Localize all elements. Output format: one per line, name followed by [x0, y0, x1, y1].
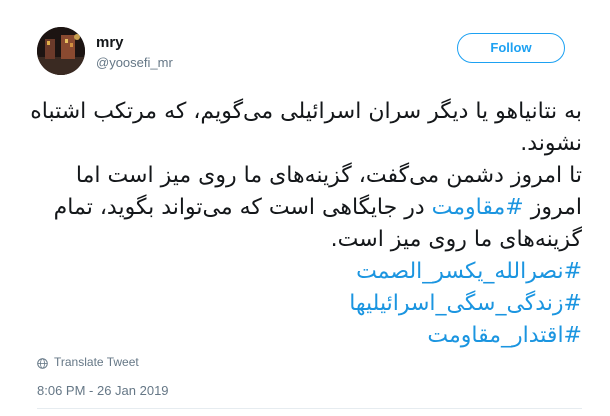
- tweet-line: #زندگی_سگی_اسرائیلیها: [22, 288, 582, 320]
- hashtag-link[interactable]: #اقتدار_مقاومت: [427, 323, 582, 348]
- tweet-line-text: گزینه‌های ما روی میز است.: [330, 227, 582, 252]
- tweet-line-text: نشوند.: [520, 131, 582, 156]
- hashtag-link[interactable]: #نصرالله_یکسر_الصمت: [356, 259, 582, 284]
- globe-icon: [37, 357, 48, 369]
- hashtag-link[interactable]: #زندگی_سگی_اسرائیلیها: [349, 291, 582, 316]
- tweet-line: امروز #مقاومت در جایگاهی است که می‌تواند…: [22, 192, 582, 224]
- tweet-line: تا امروز دشمن می‌گفت، گزینه‌های ما روی م…: [22, 160, 582, 192]
- tweet-line-text: به نتانیاهو یا دیگر سران اسرائیلی می‌گوی…: [30, 99, 582, 124]
- tweet-text: به نتانیاهو یا دیگر سران اسرائیلی می‌گوی…: [22, 96, 582, 352]
- tweet-line-text: امروز: [523, 195, 582, 220]
- follow-button[interactable]: Follow: [457, 33, 565, 63]
- author-display-name[interactable]: mry: [96, 34, 124, 52]
- tweet-card: mry @yoosefi_mr Follow به نتانیاهو یا دی…: [0, 0, 610, 416]
- author-handle[interactable]: @yoosefi_mr: [96, 55, 173, 71]
- tweet-line: گزینه‌های ما روی میز است.: [22, 224, 582, 256]
- tweet-line: #اقتدار_مقاومت: [22, 320, 582, 352]
- hashtag-link[interactable]: #مقاومت: [432, 195, 524, 220]
- tweet-line: به نتانیاهو یا دیگر سران اسرائیلی می‌گوی…: [22, 96, 582, 128]
- tweet-line: نشوند.: [22, 128, 582, 160]
- tweet-timestamp[interactable]: 8:06 PM - 26 Jan 2019: [37, 383, 169, 399]
- translate-tweet-link[interactable]: Translate Tweet: [37, 354, 139, 370]
- divider: [37, 408, 582, 409]
- tweet-line-text: تا امروز دشمن می‌گفت، گزینه‌های ما روی م…: [75, 163, 582, 188]
- tweet-line-text: در جایگاهی است که می‌تواند بگوید، تمام: [53, 195, 432, 220]
- tweet-line: #نصرالله_یکسر_الصمت: [22, 256, 582, 288]
- avatar[interactable]: [37, 27, 85, 75]
- translate-label: Translate Tweet: [54, 355, 139, 369]
